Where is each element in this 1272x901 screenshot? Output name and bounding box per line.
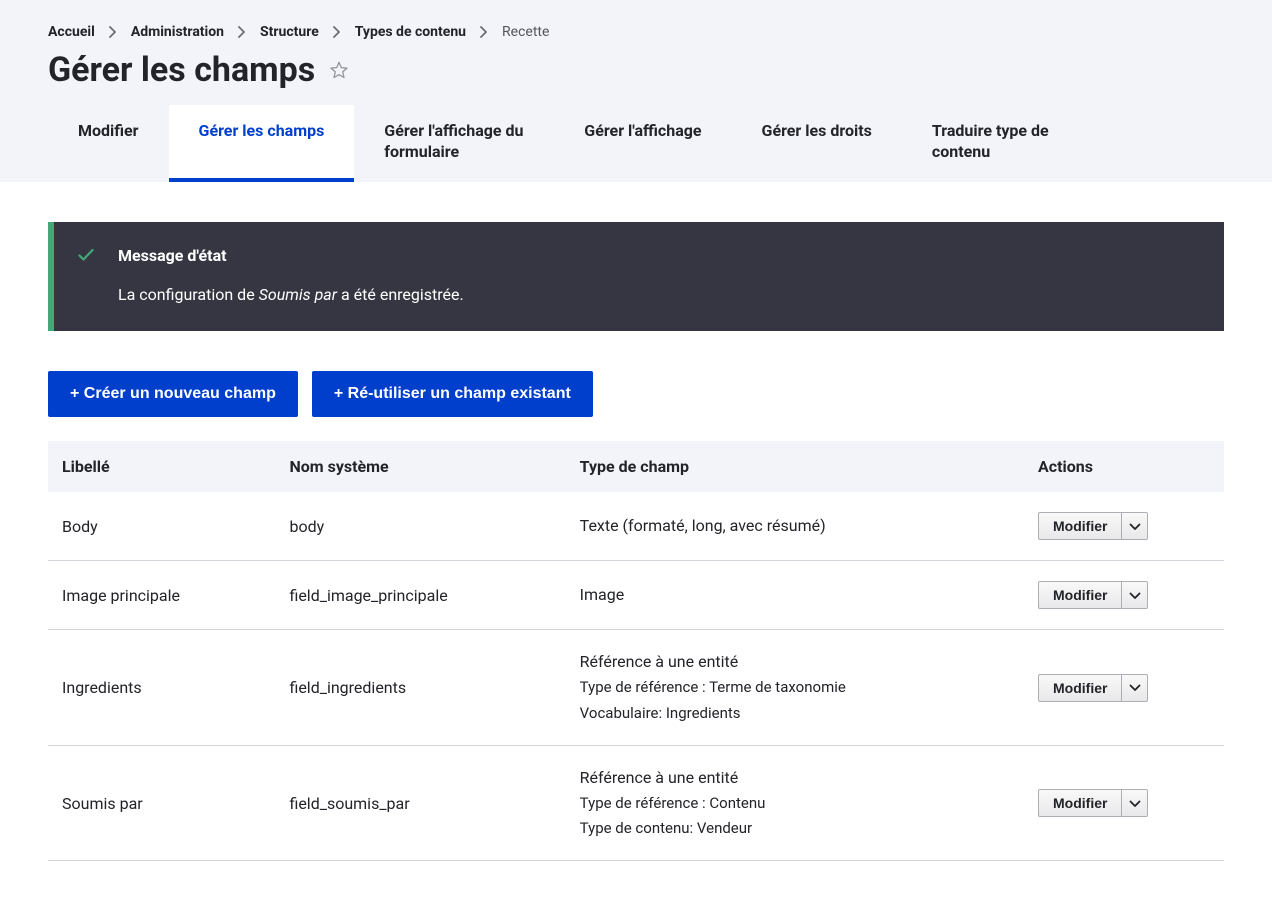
- field-machine-name: field_ingredients: [275, 630, 565, 746]
- field-actions: Modifier: [1024, 561, 1224, 630]
- dropbutton-toggle[interactable]: [1121, 513, 1147, 539]
- field-actions: Modifier: [1024, 630, 1224, 746]
- field-label: Image principale: [48, 561, 275, 630]
- field-type: Référence à une entitéType de référence …: [566, 745, 1024, 861]
- tab-edit[interactable]: Modifier: [48, 105, 169, 183]
- chevron-right-icon: [238, 26, 246, 38]
- breadcrumb-link-content-types[interactable]: Types de contenu: [355, 24, 466, 40]
- field-type: Image: [566, 561, 1024, 630]
- field-label: Ingredients: [48, 630, 275, 746]
- field-type-main: Référence à une entité: [580, 766, 1010, 790]
- dropbutton-toggle[interactable]: [1121, 675, 1147, 701]
- content-region: Message d'état La configuration de Soumi…: [0, 182, 1272, 901]
- action-buttons: + Créer un nouveau champ + Ré-utiliser u…: [48, 371, 1224, 417]
- fields-table: Libellé Nom système Type de champ Action…: [48, 441, 1224, 861]
- tab-manage-form-display[interactable]: Gérer l'affichage du formulaire: [354, 105, 554, 183]
- dropbutton: Modifier: [1038, 581, 1148, 609]
- edit-field-button[interactable]: Modifier: [1039, 790, 1121, 816]
- field-type-main: Image: [580, 583, 1010, 607]
- field-machine-name: field_soumis_par: [275, 745, 565, 861]
- table-row: Soumis parfield_soumis_parRéférence à un…: [48, 745, 1224, 861]
- breadcrumb-current: Recette: [502, 24, 549, 40]
- status-text-prefix: La configuration de: [118, 285, 259, 304]
- breadcrumb-link-admin[interactable]: Administration: [131, 24, 224, 40]
- edit-field-button[interactable]: Modifier: [1039, 675, 1121, 701]
- chevron-down-icon: [1129, 796, 1141, 811]
- field-type-main: Référence à une entité: [580, 650, 1010, 674]
- field-type-sub: Type de référence : Terme de taxonomie: [580, 676, 1010, 699]
- status-text: La configuration de Soumis par a été enr…: [118, 283, 1200, 307]
- dropbutton: Modifier: [1038, 789, 1148, 817]
- dropbutton: Modifier: [1038, 512, 1148, 540]
- status-text-suffix: a été enregistrée.: [337, 285, 464, 304]
- col-header-machine-name: Nom système: [275, 441, 565, 492]
- breadcrumb-link-structure[interactable]: Structure: [260, 24, 319, 40]
- field-actions: Modifier: [1024, 492, 1224, 561]
- col-header-field-type: Type de champ: [566, 441, 1024, 492]
- check-icon: [78, 246, 94, 307]
- table-row: Ingredientsfield_ingredientsRéférence à …: [48, 630, 1224, 746]
- field-type-main: Texte (formaté, long, avec résumé): [580, 514, 1010, 538]
- tab-manage-fields[interactable]: Gérer les champs: [169, 105, 355, 183]
- breadcrumb-link-home[interactable]: Accueil: [48, 24, 95, 40]
- tab-translate[interactable]: Traduire type de contenu: [902, 105, 1102, 183]
- field-label: Soumis par: [48, 745, 275, 861]
- field-type: Référence à une entitéType de référence …: [566, 630, 1024, 746]
- page-title-row: Gérer les champs: [48, 50, 1224, 91]
- dropbutton: Modifier: [1038, 674, 1148, 702]
- status-text-em: Soumis par: [259, 285, 337, 304]
- status-message: Message d'état La configuration de Soumi…: [48, 222, 1224, 331]
- field-label: Body: [48, 492, 275, 561]
- create-field-button[interactable]: + Créer un nouveau champ: [48, 371, 298, 417]
- edit-field-button[interactable]: Modifier: [1039, 582, 1121, 608]
- chevron-right-icon: [480, 26, 488, 38]
- field-type-sub: Type de contenu: Vendeur: [580, 817, 1010, 840]
- page-header: Accueil Administration Structure Types d…: [0, 0, 1272, 182]
- chevron-down-icon: [1129, 680, 1141, 695]
- star-outline-icon[interactable]: [329, 60, 349, 80]
- field-machine-name: body: [275, 492, 565, 561]
- edit-field-button[interactable]: Modifier: [1039, 513, 1121, 539]
- chevron-right-icon: [109, 26, 117, 38]
- field-actions: Modifier: [1024, 745, 1224, 861]
- tab-manage-permissions[interactable]: Gérer les droits: [732, 105, 902, 183]
- field-machine-name: field_image_principale: [275, 561, 565, 630]
- page-title: Gérer les champs: [48, 50, 315, 91]
- reuse-field-button[interactable]: + Ré-utiliser un champ existant: [312, 371, 593, 417]
- tab-manage-display[interactable]: Gérer l'affichage: [554, 105, 731, 183]
- table-row: Bodybody Texte (formaté, long, avec résum…: [48, 492, 1224, 561]
- dropbutton-toggle[interactable]: [1121, 790, 1147, 816]
- primary-tabs: Modifier Gérer les champs Gérer l'affich…: [48, 105, 1224, 183]
- field-type-sub: Vocabulaire: Ingredients: [580, 702, 1010, 725]
- field-type-sub: Type de référence : Contenu: [580, 792, 1010, 815]
- field-type: Texte (formaté, long, avec résumé): [566, 492, 1024, 561]
- chevron-down-icon: [1129, 519, 1141, 534]
- breadcrumb: Accueil Administration Structure Types d…: [48, 24, 1224, 40]
- chevron-right-icon: [333, 26, 341, 38]
- chevron-down-icon: [1129, 588, 1141, 603]
- table-row: Image principalefield_image_principale Im…: [48, 561, 1224, 630]
- col-header-actions: Actions: [1024, 441, 1224, 492]
- dropbutton-toggle[interactable]: [1121, 582, 1147, 608]
- status-title: Message d'état: [118, 246, 1200, 265]
- col-header-label: Libellé: [48, 441, 275, 492]
- status-body: Message d'état La configuration de Soumi…: [118, 246, 1200, 307]
